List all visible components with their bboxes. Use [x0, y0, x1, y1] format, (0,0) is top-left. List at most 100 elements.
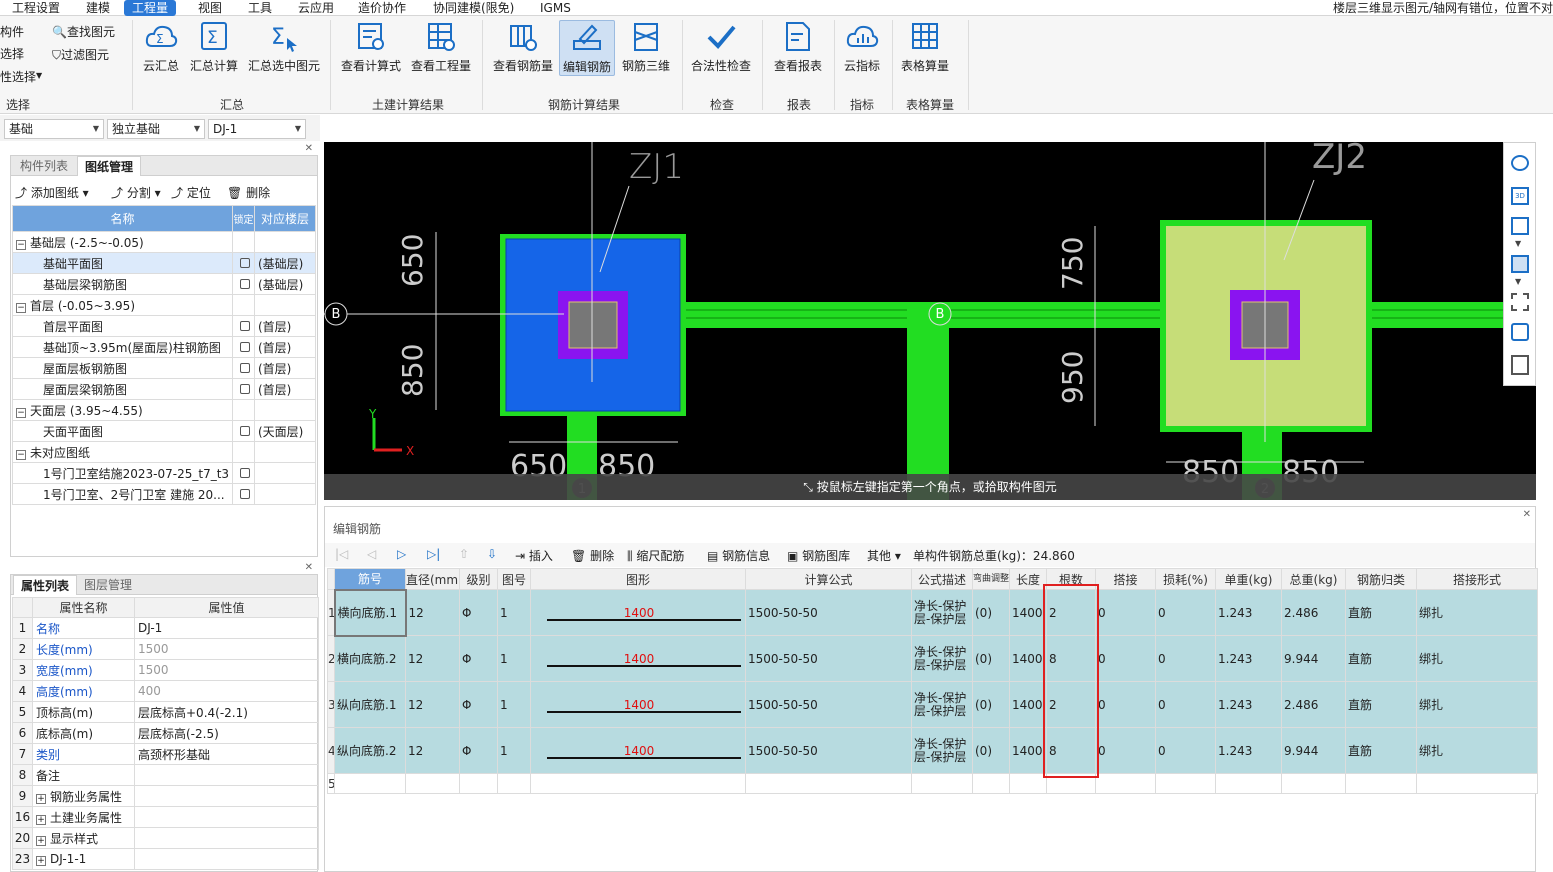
- rebar-cell-name[interactable]: 纵向底筋.1: [334, 681, 406, 728]
- rebar-row[interactable]: 3纵向底筋.112Φ114001500-50-50净长-保护层-保护层(0)14…: [327, 681, 1538, 728]
- rebar-empty-cell[interactable]: [459, 773, 498, 794]
- tree-group-row[interactable]: − 基础层 (-2.5~-0.05): [12, 231, 316, 253]
- expand-icon[interactable]: +: [36, 793, 46, 804]
- rebar-library-button[interactable]: ▣ 钢筋图库: [787, 547, 850, 564]
- 3d-view-icon[interactable]: 3D: [1511, 187, 1529, 205]
- rebar-cell-cat[interactable]: 直筋: [1345, 589, 1417, 636]
- chevron-down-icon[interactable]: ▼: [1515, 277, 1521, 286]
- rebar-cell-shape[interactable]: 1400: [530, 727, 746, 774]
- table-calc-button[interactable]: 表格算量: [898, 20, 952, 74]
- rebar-empty-cell[interactable]: [334, 773, 406, 794]
- rebar-col-header[interactable]: 搭接形式: [1416, 568, 1538, 590]
- property-row[interactable]: 9 + 钢筋业务属性: [12, 785, 319, 807]
- rebar-cell-lapform[interactable]: 绑扎: [1416, 727, 1538, 774]
- rebar-cell-bend[interactable]: (0): [972, 681, 1010, 728]
- rebar-row[interactable]: 4纵向底筋.212Φ114001500-50-50净长-保护层-保护层(0)14…: [327, 727, 1538, 774]
- tree-row[interactable]: 基础顶~3.95m(屋面层)柱钢筋图 (首层): [12, 336, 316, 358]
- fit-view-icon[interactable]: [1511, 293, 1529, 311]
- property-row[interactable]: 20 + 显示样式: [12, 827, 319, 849]
- tree-group-row[interactable]: − 首层 (-0.05~3.95): [12, 294, 316, 316]
- rebar-cell-loss[interactable]: 0: [1155, 635, 1216, 682]
- tree-row[interactable]: 屋面层梁钢筋图 (首层): [12, 378, 316, 400]
- tab-drawing-management[interactable]: 图纸管理: [77, 156, 142, 176]
- rebar-cell-bend[interactable]: (0): [972, 635, 1010, 682]
- rebar-cell-bend[interactable]: (0): [972, 727, 1010, 774]
- dynamic-view-icon[interactable]: [1511, 323, 1529, 341]
- rebar-cell-lapform[interactable]: 绑扎: [1416, 589, 1538, 636]
- rebar-cell-shape[interactable]: 1400: [530, 589, 746, 636]
- rebar-empty-cell[interactable]: [1416, 773, 1538, 794]
- rebar-cell-total[interactable]: 2.486: [1281, 589, 1346, 636]
- cube-icon[interactable]: [1511, 217, 1529, 235]
- rebar-cell-grade[interactable]: Φ: [459, 681, 498, 728]
- menu-cloud[interactable]: 云应用: [290, 0, 342, 16]
- property-row[interactable]: 8 备注: [12, 764, 319, 786]
- tab-property-list[interactable]: 属性列表: [13, 575, 78, 595]
- property-value[interactable]: [134, 785, 319, 807]
- rebar-cell-dia[interactable]: 12: [405, 635, 460, 682]
- property-row[interactable]: 2 长度(mm) 1500: [12, 638, 319, 660]
- property-row[interactable]: 6 底标高(m) 层底标高(-2.5): [12, 722, 319, 744]
- tree-row[interactable]: 1号门卫室、2号门卫室 建施 20...: [12, 483, 316, 505]
- collapse-icon[interactable]: −: [16, 302, 26, 313]
- property-row[interactable]: 5 顶标高(m) 层底标高+0.4(-2.1): [12, 701, 319, 723]
- rebar-cell-dia[interactable]: 12: [405, 727, 460, 774]
- floor-select[interactable]: 基础 ▼: [4, 119, 104, 139]
- view-report-button[interactable]: 查看报表: [770, 20, 826, 74]
- property-value[interactable]: 1500: [134, 659, 319, 681]
- split-button[interactable]: ⤴ 分割 ▾: [111, 184, 161, 201]
- rebar-cell-lapform[interactable]: 绑扎: [1416, 681, 1538, 728]
- lock-icon[interactable]: [240, 489, 250, 499]
- tree-row[interactable]: 首层平面图 (首层): [12, 315, 316, 337]
- rebar-col-header[interactable]: 钢筋归类: [1345, 568, 1417, 590]
- menu-collab-modeling[interactable]: 协同建模(限免): [425, 0, 522, 16]
- select-component[interactable]: 构件: [0, 23, 24, 40]
- rebar-empty-cell[interactable]: [530, 773, 746, 794]
- menu-project-settings[interactable]: 工程设置: [4, 0, 68, 16]
- rebar-cell-formula[interactable]: 1500-50-50: [745, 681, 912, 728]
- rebar-cell-name[interactable]: 横向底筋.2: [334, 635, 406, 682]
- box-view-icon[interactable]: [1511, 255, 1529, 273]
- menu-igms[interactable]: IGMS: [532, 0, 579, 16]
- rebar-cell-desc[interactable]: 净长-保护层-保护层: [911, 589, 973, 636]
- locate-button[interactable]: ⤴ 定位: [171, 184, 211, 201]
- other-button[interactable]: 其他 ▾: [867, 547, 901, 564]
- select-button[interactable]: 选择: [0, 45, 24, 62]
- rebar-col-header[interactable]: 图号: [497, 568, 531, 590]
- rebar-cell-lapform[interactable]: 绑扎: [1416, 635, 1538, 682]
- rebar-empty-cell[interactable]: [1155, 773, 1216, 794]
- lock-icon[interactable]: [240, 279, 250, 289]
- type-select[interactable]: 独立基础 ▼: [107, 119, 205, 139]
- filter-element-button[interactable]: ⛉过滤图元: [52, 46, 109, 63]
- member-select[interactable]: DJ-1 ▼: [208, 119, 306, 139]
- rebar-cell-total[interactable]: 9.944: [1281, 727, 1346, 774]
- rebar-cell-cat[interactable]: 直筋: [1345, 727, 1417, 774]
- lock-icon[interactable]: [240, 321, 250, 331]
- property-row[interactable]: 7 类别 高颈杯形基础: [12, 743, 319, 765]
- tree-group-row[interactable]: − 未对应图纸: [12, 441, 316, 463]
- rebar-col-header[interactable]: 级别: [459, 568, 498, 590]
- scale-rebar-button[interactable]: ⫼ 缩尺配筋: [627, 547, 684, 564]
- property-row[interactable]: 3 宽度(mm) 1500: [12, 659, 319, 681]
- rebar-empty-cell[interactable]: [497, 773, 531, 794]
- rebar-cell-fig[interactable]: 1: [497, 589, 531, 636]
- cloud-sum-button[interactable]: Σ 云汇总: [140, 20, 182, 74]
- lock-icon[interactable]: [240, 258, 250, 268]
- first-row-button[interactable]: |◁: [335, 547, 348, 561]
- insert-button[interactable]: ⇥ 插入: [515, 547, 553, 564]
- last-row-button[interactable]: ▷|: [427, 547, 440, 561]
- rebar-cell-cat[interactable]: 直筋: [1345, 681, 1417, 728]
- property-row[interactable]: 1 名称 DJ-1: [12, 617, 319, 639]
- rebar-empty-cell[interactable]: [972, 773, 1010, 794]
- rebar-cell-loss[interactable]: 0: [1155, 727, 1216, 774]
- rebar-col-header[interactable]: 筋号: [334, 568, 406, 590]
- view-formula-button[interactable]: 查看计算式: [340, 20, 402, 74]
- rebar-cell-lap[interactable]: 0: [1095, 589, 1156, 636]
- rebar-cell-lap[interactable]: 0: [1095, 635, 1156, 682]
- rebar-cell-shape[interactable]: 1400: [530, 681, 746, 728]
- rebar-col-header[interactable]: 直径(mm): [405, 568, 460, 590]
- rebar-col-header[interactable]: 搭接: [1095, 568, 1156, 590]
- tree-row[interactable]: 天面平面图 (天面层): [12, 420, 316, 442]
- sum-calc-button[interactable]: Σ 汇总计算: [188, 20, 240, 74]
- rebar-cell-len[interactable]: 1400: [1009, 635, 1047, 682]
